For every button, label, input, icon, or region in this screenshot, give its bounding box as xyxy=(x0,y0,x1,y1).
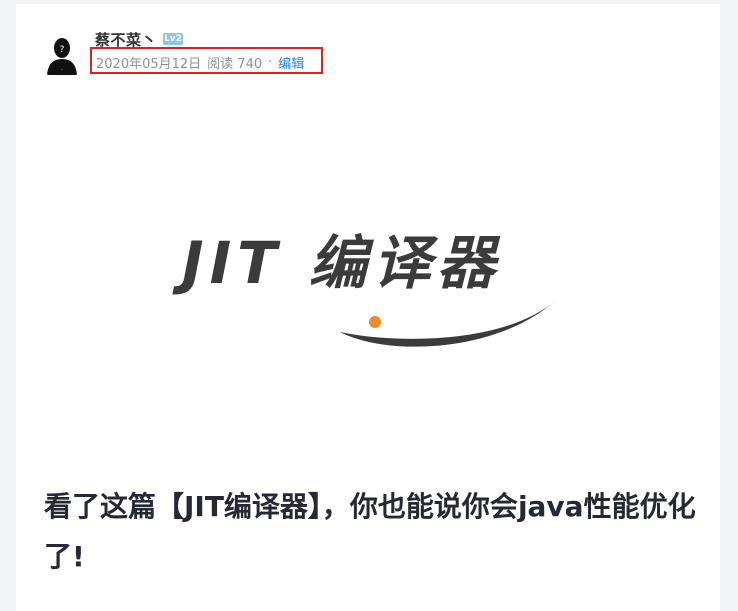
avatar-silhouette-icon: ? · xyxy=(45,35,79,75)
author-avatar[interactable]: ? · xyxy=(45,35,79,75)
accent-dot xyxy=(369,316,381,328)
article-card: ? · 蔡不菜丶 Lv2 2020年05月12日 阅读 740 · 编辑 JIT 编译… xyxy=(16,4,720,611)
svg-text:?: ? xyxy=(60,45,65,55)
view-count: 阅读 740 xyxy=(207,57,263,72)
level-badge: Lv2 xyxy=(163,33,183,45)
edit-link[interactable]: 编辑 xyxy=(278,57,304,72)
publish-date: 2020年05月12日 xyxy=(96,57,202,72)
article-title: 看了这篇【JIT编译器】，你也能说你会java性能优化了! xyxy=(44,490,696,573)
cover-image: JIT 编译器 xyxy=(176,204,566,364)
article-meta: 2020年05月12日 阅读 740 · 编辑 xyxy=(96,53,304,72)
cover-swoosh-graphic xyxy=(340,300,556,347)
meta-separator: · xyxy=(268,55,273,70)
